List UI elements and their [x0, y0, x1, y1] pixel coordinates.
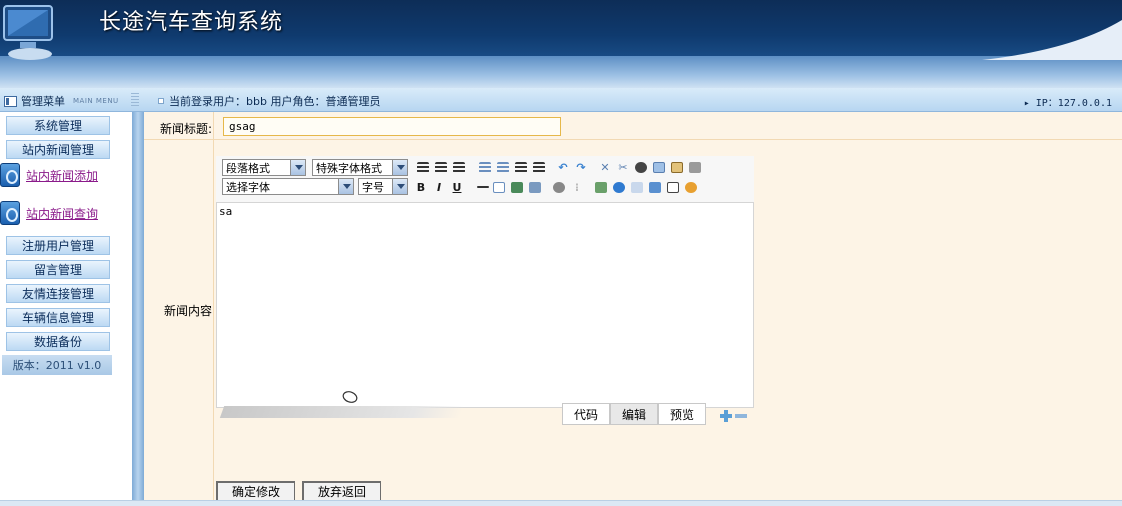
insert-image-icon[interactable] [510, 180, 524, 194]
paragraph-format-value: 段落格式 [226, 161, 270, 175]
special-font-select[interactable]: 特殊字体格式 [312, 159, 408, 176]
sidebar-item-messages[interactable]: 留言管理 [6, 260, 110, 279]
header-swoosh [982, 20, 1122, 60]
help-icon[interactable] [684, 180, 698, 194]
rich-text-editor: 段落格式 特殊字体格式 选择字体 字号 ↶ ↷ ✕ ✂ B I U ⁝ sa [216, 156, 754, 408]
shrink-icon[interactable] [735, 414, 747, 418]
bullet-icon [158, 98, 164, 104]
delete-icon[interactable]: ✕ [598, 160, 612, 174]
redo-icon[interactable]: ↷ [574, 160, 588, 174]
horizontal-rule-icon[interactable] [476, 180, 490, 194]
sidebar-item-vehicles[interactable]: 车辆信息管理 [6, 308, 110, 327]
login-text: 当前登录用户：bbb 用户角色：普通管理员 [169, 95, 381, 108]
editor-toolbar: 段落格式 特殊字体格式 选择字体 字号 ↶ ↷ ✕ ✂ B I U ⁝ [216, 156, 754, 202]
flash-icon[interactable] [552, 180, 566, 194]
editor-mode-tabs: 代码 编辑 预览 [562, 403, 706, 425]
editor-resize-controls [720, 410, 747, 422]
chevron-down-icon [392, 179, 407, 194]
special-char-icon[interactable]: ⁝ [570, 180, 584, 194]
sidebar: 系统管理 站内新闻管理 站内新闻添加 站内新闻查询 注册用户管理 留言管理 友情… [0, 112, 144, 506]
sidebar-item-users[interactable]: 注册用户管理 [6, 236, 110, 255]
copy-icon[interactable] [652, 160, 666, 174]
indent-icon[interactable] [532, 160, 546, 174]
align-left-icon[interactable] [416, 160, 430, 174]
numbered-list-icon[interactable] [496, 160, 510, 174]
print-icon[interactable] [688, 160, 702, 174]
chevron-down-icon [392, 160, 407, 175]
editor-content-area[interactable]: sa [216, 202, 754, 408]
header: 长途汽车查询系统 [0, 0, 1122, 88]
editor-shadow [219, 406, 465, 418]
font-size-select[interactable]: 字号 [358, 178, 408, 195]
underline-button[interactable]: U [450, 180, 464, 194]
special-font-value: 特殊字体格式 [316, 161, 382, 175]
insert-link-icon[interactable] [594, 180, 608, 194]
align-center-icon[interactable] [434, 160, 448, 174]
chevron-down-icon [290, 160, 305, 175]
bottom-bar [0, 500, 1122, 506]
title-label: 新闻标题: [160, 122, 213, 136]
paste-icon[interactable] [670, 160, 684, 174]
sidebar-rail[interactable] [132, 112, 144, 506]
confirm-button[interactable]: 确定修改 [216, 481, 296, 501]
paragraph-format-select[interactable]: 段落格式 [222, 159, 306, 176]
outdent-icon[interactable] [514, 160, 528, 174]
tab-edit[interactable]: 编辑 [610, 403, 658, 425]
form-actions: 确定修改 放弃返回 [216, 481, 382, 501]
news-edit-form: 新闻标题: gsag 新闻内容 段落格式 特殊字体格式 选择字体 字号 ↶ ↷ … [144, 112, 1122, 506]
sidebar-item-news-manage[interactable]: 站内新闻管理 [6, 140, 110, 159]
header-band [0, 56, 1122, 88]
chevron-down-icon [338, 179, 353, 194]
font-select[interactable]: 选择字体 [222, 178, 354, 195]
menu-title-label: 管理菜单 [21, 95, 65, 108]
cut-icon[interactable]: ✂ [616, 160, 630, 174]
ip-text: IP：127.0.0.1 [1035, 98, 1112, 109]
sidebar-item-links[interactable]: 友情连接管理 [6, 284, 110, 303]
bullet-list-icon[interactable] [478, 160, 492, 174]
menu-title: 管理菜单 MAIN MENU [4, 93, 119, 109]
new-window-icon[interactable] [666, 180, 680, 194]
content-label: 新闻内容 [164, 304, 213, 318]
news-query-icon [0, 201, 20, 225]
font-size-value: 字号 [362, 180, 384, 194]
mouse-cursor-icon [342, 391, 358, 403]
sidebar-link-label[interactable]: 站内新闻添加 [26, 167, 98, 184]
tab-preview[interactable]: 预览 [658, 403, 706, 425]
statusbar-divider [131, 93, 139, 107]
status-bar: 管理菜单 MAIN MENU 当前登录用户：bbb 用户角色：普通管理员 ▸ I… [0, 88, 1122, 112]
sidebar-item-backup[interactable]: 数据备份 [6, 332, 110, 351]
tab-code[interactable]: 代码 [562, 403, 610, 425]
expand-icon[interactable] [720, 410, 732, 422]
cancel-button[interactable]: 放弃返回 [302, 481, 382, 501]
version-label: 版本：2011 v1.0 [2, 355, 112, 375]
menu-subtitle: MAIN MENU [73, 97, 119, 105]
undo-icon[interactable]: ↶ [556, 160, 570, 174]
font-select-value: 选择字体 [226, 180, 270, 194]
align-right-icon[interactable] [452, 160, 466, 174]
monitor-logo-icon [3, 5, 53, 60]
anchor-icon[interactable] [648, 180, 662, 194]
insert-table-icon[interactable] [492, 180, 506, 194]
bold-button[interactable]: B [414, 180, 428, 194]
sidebar-link-news-add[interactable]: 站内新闻添加 [0, 162, 120, 188]
news-add-icon [0, 163, 20, 187]
login-info: 当前登录用户：bbb 用户角色：普通管理员 [158, 93, 380, 109]
italic-button[interactable]: I [432, 180, 446, 194]
sidebar-link-label[interactable]: 站内新闻查询 [26, 205, 98, 222]
ip-info: ▸ IP：127.0.0.1 [1023, 98, 1112, 109]
title-input[interactable]: gsag [223, 117, 561, 136]
sidebar-link-news-query[interactable]: 站内新闻查询 [0, 200, 120, 226]
document-icon[interactable] [630, 180, 644, 194]
menu-icon [4, 95, 17, 107]
browser-icon[interactable] [612, 180, 626, 194]
app-title: 长途汽车查询系统 [99, 10, 284, 35]
find-icon[interactable] [634, 160, 648, 174]
insert-media-icon[interactable] [528, 180, 542, 194]
sidebar-item-system[interactable]: 系统管理 [6, 116, 110, 135]
